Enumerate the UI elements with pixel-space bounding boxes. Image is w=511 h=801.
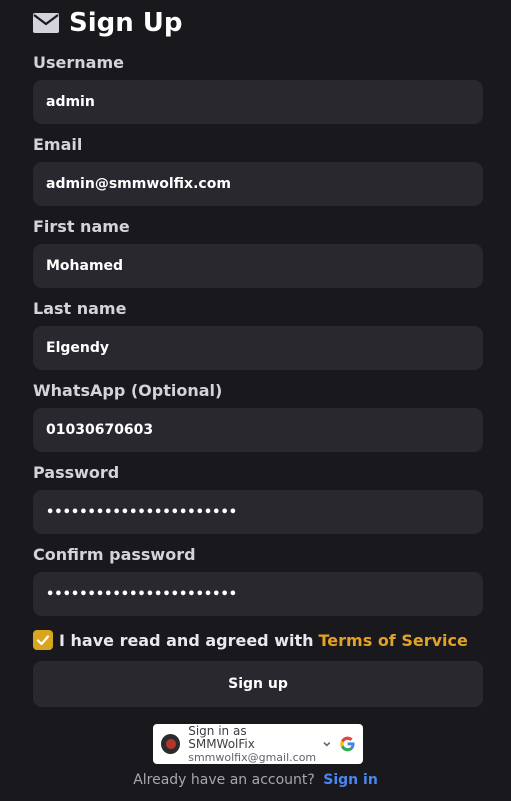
signin-prompt-text: Already have an account? (133, 772, 315, 788)
terms-checkbox[interactable] (33, 630, 53, 650)
signin-link[interactable]: Sign in (323, 772, 378, 788)
email-input[interactable]: admin@smmwolfix.com (33, 162, 483, 206)
google-account-email: smmwolfix@gmail.com (188, 750, 317, 764)
username-input[interactable]: admin (33, 80, 483, 124)
google-icon (340, 736, 355, 752)
terms-agreement: I have read and agreed with Terms of Ser… (33, 621, 483, 659)
confirm-password-label: Confirm password (33, 545, 196, 564)
signup-form: Sign Up Username admin Email admin@smmwo… (33, 0, 483, 707)
page-title: Sign Up (69, 8, 183, 38)
whatsapp-label: WhatsApp (Optional) (33, 381, 223, 400)
terms-text: I have read and agreed with (59, 630, 314, 650)
signup-button[interactable]: Sign up (33, 661, 483, 707)
first-name-input[interactable]: Mohamed (33, 244, 483, 288)
password-label: Password (33, 463, 120, 482)
google-account-avatar (161, 734, 181, 754)
google-account-name: Sign in as SMMWolFix (188, 723, 255, 751)
password-input[interactable]: ••••••••••••••••••••••• (33, 490, 483, 534)
checkmark-icon (36, 635, 50, 646)
confirm-password-input[interactable]: ••••••••••••••••••••••• (33, 572, 483, 616)
last-name-label: Last name (33, 299, 127, 318)
terms-of-service-link[interactable]: Terms of Service (319, 631, 468, 650)
username-label: Username (33, 53, 124, 72)
google-signin-button[interactable]: Sign in as SMMWolFix smmwolfix@gmail.com (153, 724, 363, 764)
whatsapp-input[interactable]: 01030670603 (33, 408, 483, 452)
chevron-down-icon (323, 742, 331, 747)
signin-prompt: Already have an account? Sign in (0, 772, 511, 788)
page-header: Sign Up (33, 0, 483, 46)
mail-icon (33, 13, 59, 33)
first-name-label: First name (33, 217, 130, 236)
email-label: Email (33, 135, 83, 154)
last-name-input[interactable]: Elgendy (33, 326, 483, 370)
